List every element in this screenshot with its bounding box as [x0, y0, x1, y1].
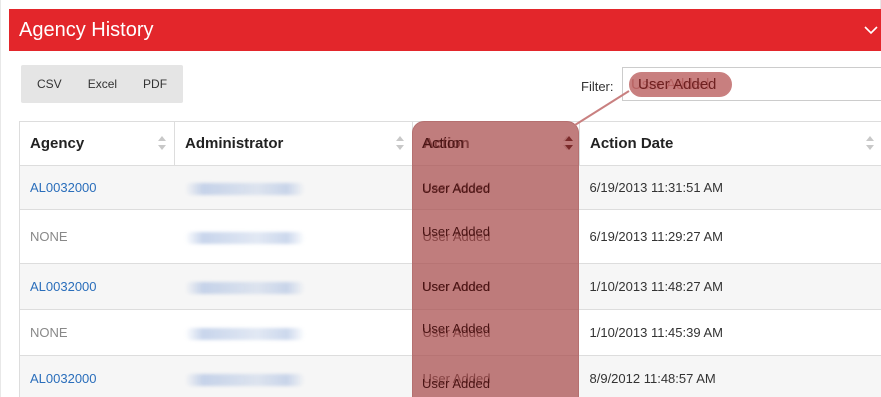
action-date-cell: 1/10/2013 11:48:27 AM — [579, 263, 881, 310]
sort-both-icon — [158, 136, 166, 150]
administrator-name-redacted — [184, 281, 305, 294]
table-header-row: Agency Administrator Action Action Date — [19, 121, 881, 166]
panel-body: CSV Excel PDF Filter: User Added Agency — [9, 51, 881, 397]
action-date-cell: 8/9/2012 11:48:57 AM — [579, 355, 881, 397]
action-date-cell: 6/19/2013 11:31:51 AM — [579, 165, 881, 210]
action-cell: User Added — [412, 209, 580, 264]
administrator-name-redacted — [184, 182, 305, 195]
excel-button[interactable]: Excel — [75, 65, 130, 103]
agency-value: NONE — [30, 325, 68, 340]
administrator-cell — [174, 355, 413, 397]
agency-cell: AL0032000 — [19, 165, 175, 210]
chevron-down-icon[interactable] — [862, 21, 880, 39]
administrator-name-redacted — [184, 231, 305, 244]
column-header-agency[interactable]: Agency — [19, 121, 175, 166]
filter-label: Filter: — [581, 79, 614, 94]
action-date-cell: 1/10/2013 11:45:39 AM — [579, 309, 881, 356]
table-row: AL0032000 User Added 8/9/2012 11:48:57 A… — [19, 355, 881, 397]
administrator-cell — [174, 309, 413, 356]
administrator-name-redacted — [184, 327, 305, 340]
agency-value: NONE — [30, 229, 68, 244]
action-cell: User Added — [412, 309, 580, 356]
table-row: AL0032000 User Added 1/10/2013 11:48:27 … — [19, 263, 881, 310]
column-header-label: Action — [423, 135, 470, 152]
agency-link[interactable]: AL0032000 — [30, 180, 97, 195]
agency-cell: AL0032000 — [19, 263, 175, 310]
column-header-label: Administrator — [185, 135, 284, 152]
agency-cell: NONE — [19, 209, 175, 264]
agency-history-panel: Agency History CSV Excel PDF Filter: Use… — [0, 0, 881, 397]
administrator-name-redacted — [184, 373, 305, 386]
action-cell: User Added — [412, 263, 580, 310]
action-date-cell: 6/19/2013 11:29:27 AM — [579, 209, 881, 264]
administrator-cell — [174, 165, 413, 210]
agency-link[interactable]: AL0032000 — [30, 279, 97, 294]
agency-cell: NONE — [19, 309, 175, 356]
column-header-administrator[interactable]: Administrator — [174, 121, 413, 166]
history-table: Agency Administrator Action Action Date … — [19, 121, 881, 397]
sort-both-icon — [563, 136, 571, 150]
agency-cell: AL0032000 — [19, 355, 175, 397]
pdf-button[interactable]: PDF — [130, 65, 183, 103]
panel-title: Agency History — [19, 19, 154, 41]
panel-header[interactable]: Agency History — [9, 9, 881, 51]
action-cell: User Added — [412, 165, 580, 210]
administrator-cell — [174, 263, 413, 310]
column-header-action[interactable]: Action — [412, 121, 580, 166]
table-row: NONE User Added 1/10/2013 11:45:39 AM — [19, 309, 881, 356]
action-cell: User Added — [412, 355, 580, 397]
column-header-label: Agency — [30, 135, 85, 152]
agency-link[interactable]: AL0032000 — [30, 371, 97, 386]
sort-both-icon — [396, 136, 404, 150]
history-table-wrapper: Agency Administrator Action Action Date … — [19, 121, 881, 397]
export-button-group: CSV Excel PDF — [21, 65, 184, 103]
filter-input[interactable] — [622, 67, 881, 101]
column-header-label: Action Date — [590, 135, 674, 152]
table-row: NONE User Added 6/19/2013 11:29:27 AM — [19, 209, 881, 264]
csv-button[interactable]: CSV — [21, 65, 75, 103]
administrator-cell — [174, 209, 413, 264]
sort-both-icon — [866, 136, 874, 150]
column-header-action-date[interactable]: Action Date — [579, 121, 881, 166]
table-row: AL0032000 User Added 6/19/2013 11:31:51 … — [19, 165, 881, 210]
